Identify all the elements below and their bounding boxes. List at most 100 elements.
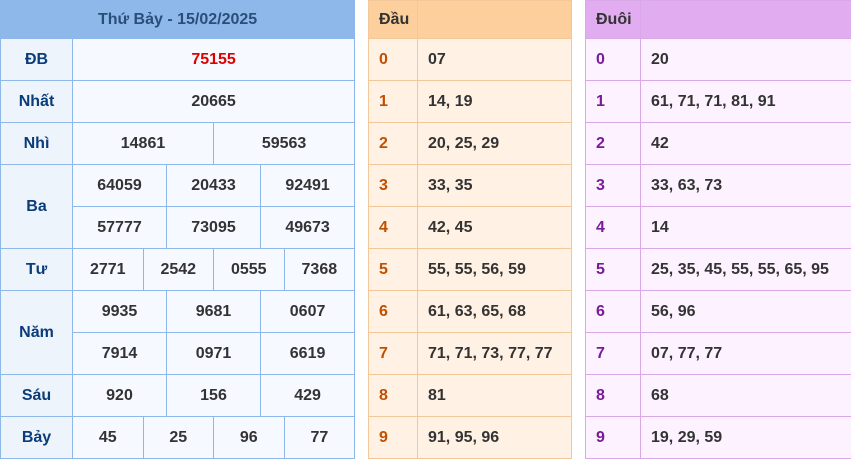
duoi-values: 25, 35, 45, 55, 55, 65, 95 <box>640 248 851 291</box>
prize-nam-value: 0607 <box>259 290 356 333</box>
dau-digit: 8 <box>368 374 418 417</box>
dau-row: 9 91, 95, 96 <box>368 416 572 459</box>
dau-values: 61, 63, 65, 68 <box>417 290 572 333</box>
dau-row: 5 55, 55, 56, 59 <box>368 248 572 291</box>
duoi-panel: Đuôi 0 20 1 61, 71, 71, 81, 91 2 42 3 33, 63… <box>585 0 851 459</box>
duoi-values: 56, 96 <box>640 290 851 333</box>
duoi-row: 0 20 <box>585 38 851 81</box>
duoi-values: 33, 63, 73 <box>640 164 851 207</box>
prize-sau-value: 429 <box>259 374 356 417</box>
dau-row: 2 20, 25, 29 <box>368 122 572 165</box>
prize-nhi-value: 14861 <box>72 122 214 165</box>
prize-db-value: 75155 <box>71 38 356 81</box>
prize-nhi-value: 59563 <box>212 122 356 165</box>
dau-values: 55, 55, 56, 59 <box>417 248 572 291</box>
prize-nam-value: 7914 <box>72 332 167 375</box>
prize-label-tu: Tư <box>0 248 73 291</box>
duoi-row: 6 56, 96 <box>585 290 851 333</box>
prize-label-ba: Ba <box>0 164 73 249</box>
dau-digit: 9 <box>368 416 418 459</box>
dau-digit: 2 <box>368 122 418 165</box>
prize-row-nhi: Nhì 14861 59563 <box>0 122 356 165</box>
dau-table: Đầu 0 07 1 14, 19 2 20, 25, 29 3 33, 35 4 42,… <box>368 0 572 459</box>
duoi-digit: 6 <box>585 290 641 333</box>
dau-row: 6 61, 63, 65, 68 <box>368 290 572 333</box>
results-title: Thứ Bảy - 15/02/2025 <box>0 0 356 39</box>
prize-row-db: ĐB 75155 <box>0 38 356 81</box>
dau-header-row: Đầu <box>368 0 572 39</box>
duoi-header: Đuôi <box>585 0 641 39</box>
prize-nam-value: 0971 <box>166 332 261 375</box>
dau-digit: 6 <box>368 290 418 333</box>
dau-values: 20, 25, 29 <box>417 122 572 165</box>
duoi-values: 68 <box>640 374 851 417</box>
prize-nam-value: 9681 <box>166 290 261 333</box>
dau-header: Đầu <box>368 0 418 39</box>
dau-digit: 5 <box>368 248 418 291</box>
duoi-digit: 3 <box>585 164 641 207</box>
prize-tu-value: 0555 <box>213 248 285 291</box>
dau-header-blank <box>417 0 572 39</box>
prize-ba-value: 64059 <box>72 164 167 207</box>
dau-digit: 3 <box>368 164 418 207</box>
prize-bay-value: 77 <box>283 416 356 459</box>
duoi-values: 07, 77, 77 <box>640 332 851 375</box>
duoi-row: 4 14 <box>585 206 851 249</box>
prize-ba-value: 57777 <box>72 206 167 249</box>
duoi-values: 61, 71, 71, 81, 91 <box>640 80 851 123</box>
duoi-row: 1 61, 71, 71, 81, 91 <box>585 80 851 123</box>
prize-tu-value: 2771 <box>72 248 144 291</box>
prize-label-nhat: Nhất <box>0 80 73 123</box>
duoi-digit: 0 <box>585 38 641 81</box>
prize-ba-value: 73095 <box>166 206 261 249</box>
duoi-digit: 9 <box>585 416 641 459</box>
duoi-digit: 5 <box>585 248 641 291</box>
duoi-table: Đuôi 0 20 1 61, 71, 71, 81, 91 2 42 3 33, 63… <box>585 0 851 459</box>
prize-bay-value: 96 <box>213 416 285 459</box>
duoi-values: 19, 29, 59 <box>640 416 851 459</box>
dau-row: 3 33, 35 <box>368 164 572 207</box>
prize-row-nhat: Nhất 20665 <box>0 80 356 123</box>
duoi-values: 20 <box>640 38 851 81</box>
dau-values: 71, 71, 73, 77, 77 <box>417 332 572 375</box>
results-panel: Thứ Bảy - 15/02/2025 ĐB 75155 Nhất 20665… <box>0 0 356 459</box>
dau-values: 07 <box>417 38 572 81</box>
prize-nam-value: 9935 <box>72 290 167 333</box>
prize-bay-value: 25 <box>142 416 214 459</box>
dau-panel: Đầu 0 07 1 14, 19 2 20, 25, 29 3 33, 35 4 42,… <box>368 0 572 459</box>
dau-digit: 1 <box>368 80 418 123</box>
duoi-digit: 4 <box>585 206 641 249</box>
dau-values: 33, 35 <box>417 164 572 207</box>
duoi-values: 42 <box>640 122 851 165</box>
duoi-digit: 1 <box>585 80 641 123</box>
dau-row: 0 07 <box>368 38 572 81</box>
dau-values: 91, 95, 96 <box>417 416 572 459</box>
prize-label-bay: Bảy <box>0 416 73 459</box>
prize-tu-value: 2542 <box>142 248 214 291</box>
dau-row: 7 71, 71, 73, 77, 77 <box>368 332 572 375</box>
dau-values: 42, 45 <box>417 206 572 249</box>
duoi-row: 5 25, 35, 45, 55, 55, 65, 95 <box>585 248 851 291</box>
prize-nhat-value: 20665 <box>71 80 356 123</box>
prize-label-nhi: Nhì <box>0 122 73 165</box>
dau-digit: 0 <box>368 38 418 81</box>
prize-label-sau: Sáu <box>0 374 73 417</box>
prize-ba-value: 92491 <box>259 164 356 207</box>
prize-row-ba: Ba 64059 20433 92491 <box>0 164 356 249</box>
prize-row-bay: Bảy 45 25 96 77 <box>0 416 356 459</box>
duoi-digit: 2 <box>585 122 641 165</box>
prize-ba-value: 20433 <box>166 164 261 207</box>
prize-sau-value: 920 <box>72 374 167 417</box>
duoi-row: 2 42 <box>585 122 851 165</box>
prize-label-db: ĐB <box>0 38 73 81</box>
dau-values: 14, 19 <box>417 80 572 123</box>
prize-row-nam: Năm 9935 9681 0607 <box>0 290 356 375</box>
dau-row: 8 81 <box>368 374 572 417</box>
prize-tu-value: 7368 <box>283 248 356 291</box>
dau-digit: 4 <box>368 206 418 249</box>
duoi-row: 3 33, 63, 73 <box>585 164 851 207</box>
duoi-digit: 8 <box>585 374 641 417</box>
dau-row: 1 14, 19 <box>368 80 572 123</box>
prize-sau-value: 156 <box>166 374 261 417</box>
results-table: Thứ Bảy - 15/02/2025 ĐB 75155 Nhất 20665… <box>0 0 356 459</box>
